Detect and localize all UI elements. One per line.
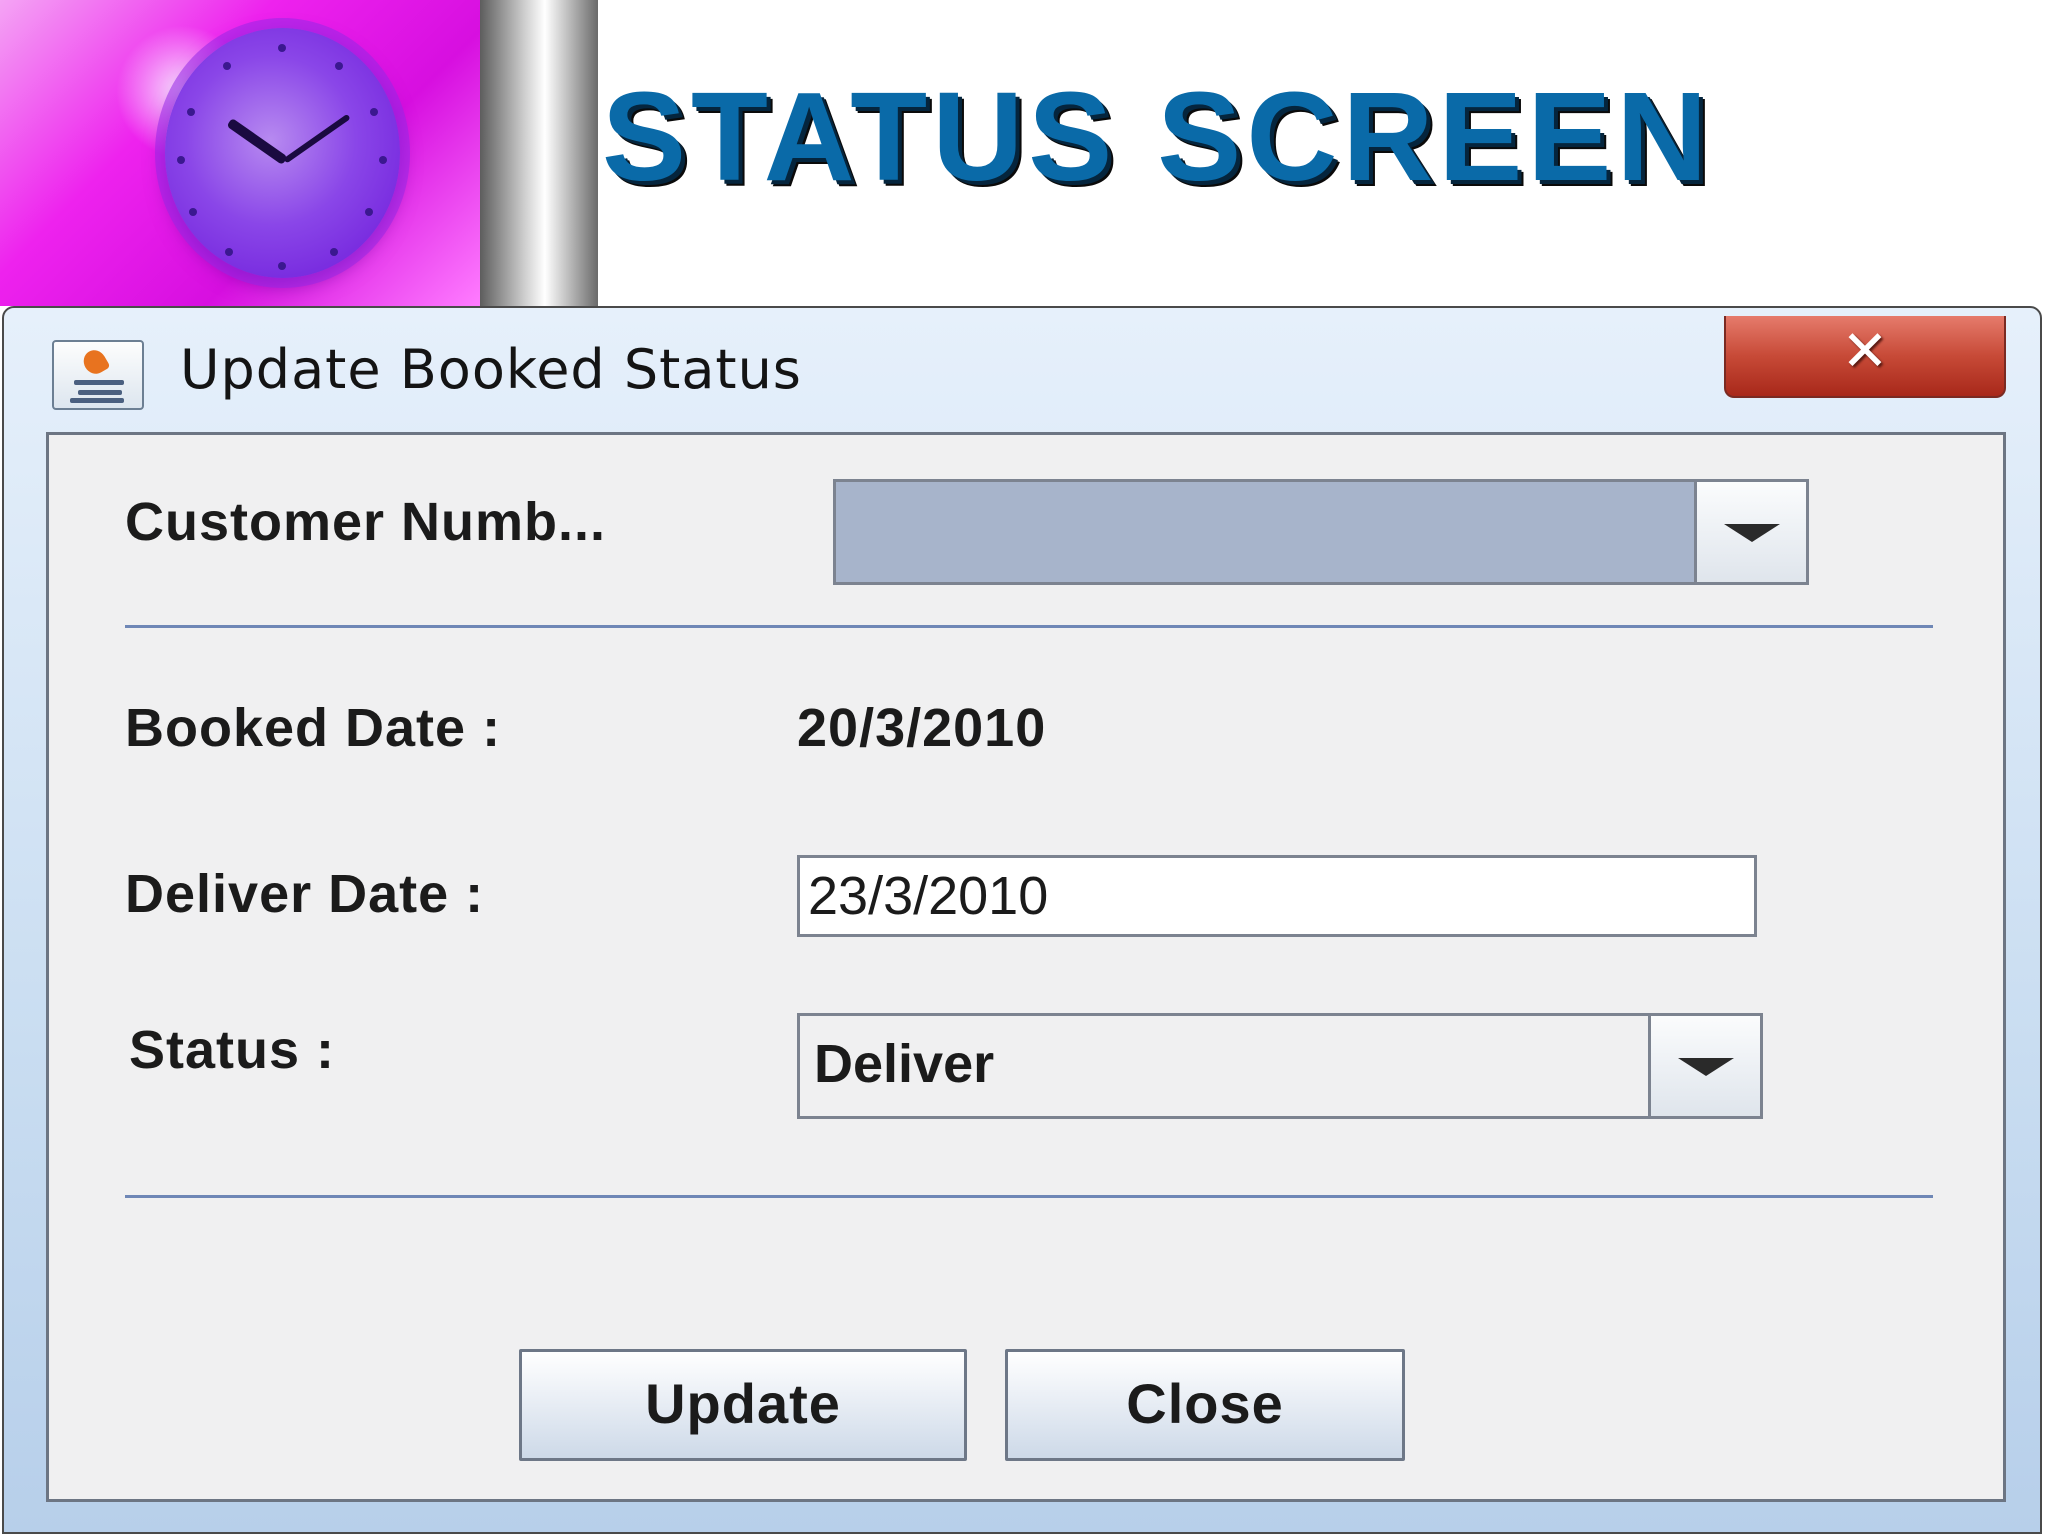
customer-number-dropdown-button[interactable] (1694, 482, 1806, 582)
deliver-date-field[interactable]: 23/3/2010 (797, 855, 1757, 937)
status-dropdown[interactable]: Deliver (797, 1013, 1763, 1119)
customer-number-label: Customer Numb... (125, 492, 607, 552)
clock-hour-hand (226, 117, 288, 166)
dialog-title: Update Booked Status (180, 338, 802, 401)
java-cup-icon (52, 340, 144, 410)
top-separator (125, 625, 1933, 628)
customer-number-dropdown[interactable] (833, 479, 1809, 585)
chevron-down-icon (1677, 1058, 1734, 1076)
status-value: Deliver (814, 1034, 995, 1094)
clock-image (0, 0, 480, 306)
dialog-titlebar[interactable]: Update Booked Status ✕ (4, 308, 2040, 430)
booked-date-value: 20/3/2010 (797, 698, 1047, 758)
close-button[interactable]: Close (1005, 1349, 1405, 1461)
window-close-button[interactable]: ✕ (1724, 316, 2006, 398)
bottom-separator (125, 1195, 1933, 1198)
clock-face (165, 28, 400, 278)
slide-title: STATUS SCREEN (602, 66, 1713, 207)
deliver-date-label: Deliver Date : (125, 864, 485, 924)
status-dropdown-button[interactable] (1648, 1016, 1760, 1116)
update-status-dialog: Update Booked Status ✕ Customer Numb... … (2, 306, 2042, 1534)
clock-minute-hand (283, 113, 351, 164)
close-icon: ✕ (1841, 319, 1889, 384)
header-divider-bar (480, 0, 598, 306)
status-label: Status : (129, 1020, 336, 1080)
form-panel: Customer Numb... Booked Date : 20/3/2010… (46, 432, 2006, 1502)
chevron-down-icon (1723, 524, 1780, 542)
update-button[interactable]: Update (519, 1349, 967, 1461)
booked-date-label: Booked Date : (125, 698, 502, 758)
customer-number-value (836, 482, 1694, 582)
